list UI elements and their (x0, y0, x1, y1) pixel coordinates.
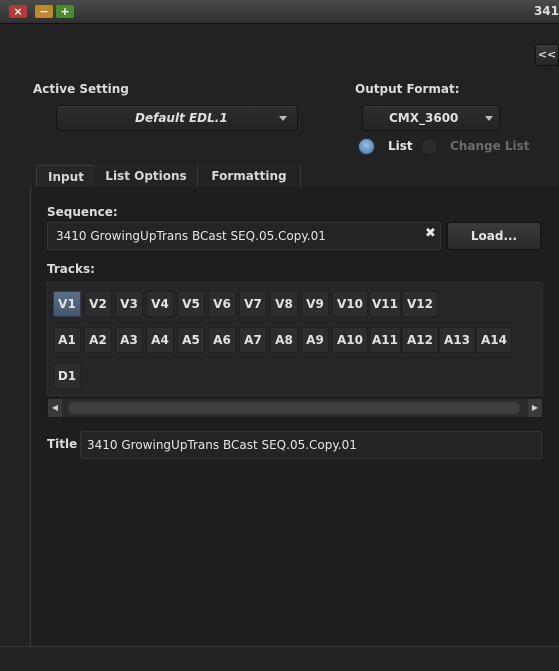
track-v1[interactable]: V1 (53, 291, 81, 317)
active-setting-value: Default EDL.1 (135, 111, 228, 125)
active-setting-dropdown[interactable]: Default EDL.1 (56, 105, 298, 131)
track-a7[interactable]: A7 (239, 327, 267, 353)
window-title: 341 (533, 4, 559, 18)
track-v12[interactable]: V12 (402, 291, 438, 317)
track-a11[interactable]: A11 (369, 327, 401, 353)
load-button[interactable]: Load... (447, 222, 541, 250)
active-setting-label: Active Setting (33, 82, 129, 96)
track-v5[interactable]: V5 (177, 291, 205, 317)
sequence-value: 3410 GrowingUpTrans BCast SEQ.05.Copy.01 (56, 229, 326, 243)
title-field[interactable]: 3410 GrowingUpTrans BCast SEQ.05.Copy.01 (80, 431, 542, 459)
sequence-label: Sequence: (47, 205, 118, 219)
title-label: Title (47, 437, 78, 451)
scroll-left-icon[interactable]: ◀ (48, 399, 62, 417)
collapse-button[interactable]: << (535, 44, 559, 66)
track-a12[interactable]: A12 (402, 327, 438, 353)
minimize-icon[interactable]: − (35, 5, 53, 18)
bottom-divider (0, 646, 559, 647)
output-format-dropdown[interactable]: CMX_3600 (362, 105, 500, 131)
output-format-value: CMX_3600 (389, 111, 459, 125)
track-a3[interactable]: A3 (115, 327, 143, 353)
track-v2[interactable]: V2 (84, 291, 112, 317)
track-a2[interactable]: A2 (84, 327, 112, 353)
chevron-down-icon (279, 116, 287, 121)
track-a10[interactable]: A10 (332, 327, 368, 353)
clear-icon[interactable]: ✖ (425, 226, 436, 241)
track-a9[interactable]: A9 (301, 327, 329, 353)
tab-input[interactable]: Input (36, 165, 96, 188)
track-v7[interactable]: V7 (239, 291, 267, 317)
tracks-label: Tracks: (47, 262, 95, 276)
track-a5[interactable]: A5 (177, 327, 205, 353)
close-icon[interactable]: × (9, 5, 27, 18)
scroll-right-icon[interactable]: ▶ (528, 399, 542, 417)
track-v10[interactable]: V10 (332, 291, 368, 317)
tab-list-options[interactable]: List Options (95, 165, 198, 187)
change-list-radio[interactable] (421, 138, 438, 155)
list-radio[interactable] (358, 138, 375, 155)
edl-window: × − + 341 << Active Setting Default EDL.… (0, 0, 559, 671)
track-a1[interactable]: A1 (53, 327, 81, 353)
track-v9[interactable]: V9 (301, 291, 329, 317)
track-a6[interactable]: A6 (208, 327, 236, 353)
track-v6[interactable]: V6 (208, 291, 236, 317)
track-a8[interactable]: A8 (270, 327, 298, 353)
list-radio-label: List (388, 139, 413, 153)
sequence-field[interactable]: 3410 GrowingUpTrans BCast SEQ.05.Copy.01 (47, 222, 441, 250)
tracks-scrollbar[interactable]: ◀ ▶ (47, 398, 543, 418)
zoom-icon[interactable]: + (56, 5, 74, 18)
change-list-radio-label: Change List (450, 139, 530, 153)
track-v4[interactable]: V4 (146, 291, 174, 317)
track-v8[interactable]: V8 (270, 291, 298, 317)
track-a14[interactable]: A14 (476, 327, 512, 353)
scroll-thumb[interactable] (68, 402, 520, 414)
track-a13[interactable]: A13 (439, 327, 475, 353)
track-v3[interactable]: V3 (115, 291, 143, 317)
track-v11[interactable]: V11 (369, 291, 401, 317)
title-bar: × − + 341 (0, 0, 559, 24)
chevron-down-icon (485, 116, 493, 121)
track-a4[interactable]: A4 (146, 327, 174, 353)
track-d1[interactable]: D1 (53, 363, 81, 389)
title-value: 3410 GrowingUpTrans BCast SEQ.05.Copy.01 (87, 438, 357, 452)
tab-formatting[interactable]: Formatting (198, 165, 301, 187)
output-format-label: Output Format: (355, 82, 460, 96)
